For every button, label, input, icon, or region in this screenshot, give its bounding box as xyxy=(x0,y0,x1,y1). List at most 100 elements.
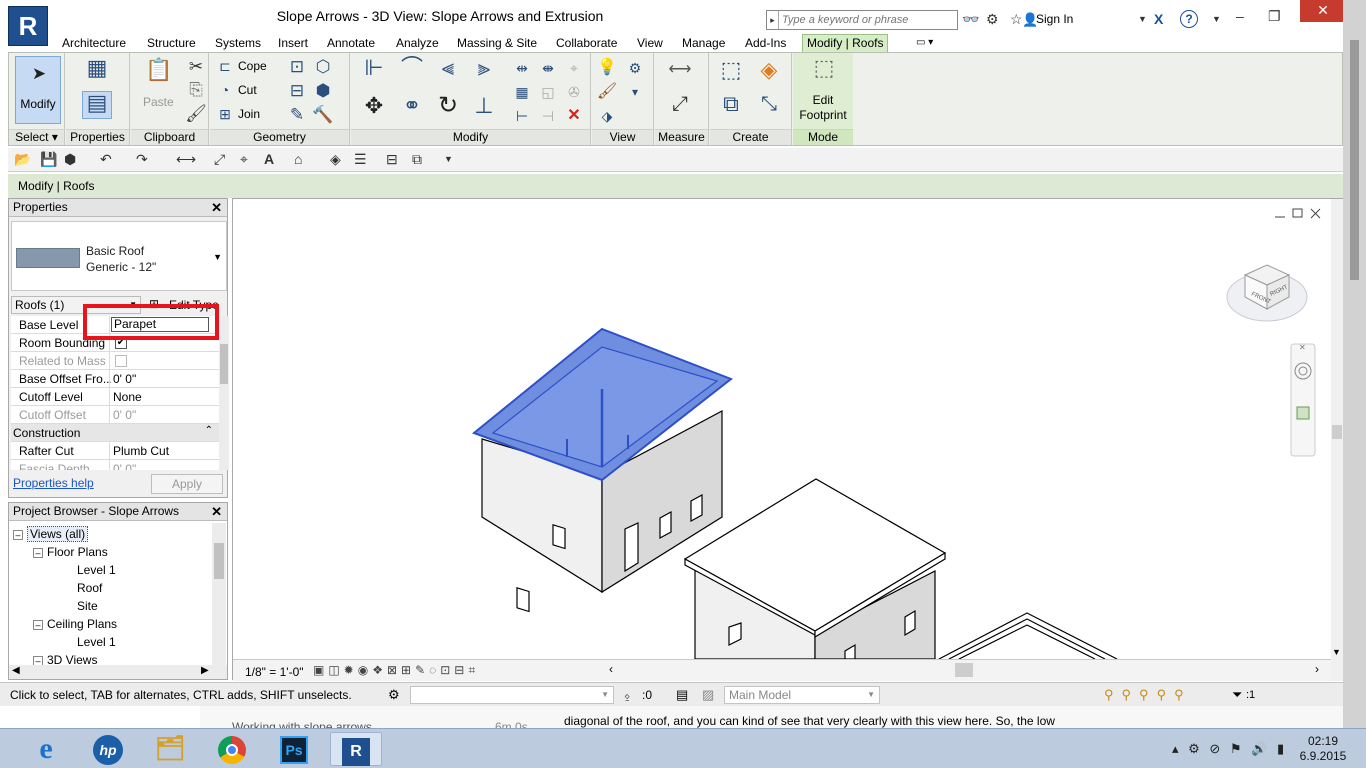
tab-structure[interactable]: Structure xyxy=(143,35,200,53)
design-options-icon[interactable]: ▨ xyxy=(702,687,714,703)
match-properties-icon[interactable]: 🖌 xyxy=(185,103,207,125)
3d-viewport[interactable]: FRONT RIGHT ✕ 1/8" = 1'-0" ▣◫✹◉❖⊠⊞✎◌⊡⊟⌗ … xyxy=(232,198,1343,681)
view-scale[interactable]: 1/8" = 1'-0" xyxy=(245,665,304,679)
selection-box-icon[interactable]: ⬗ xyxy=(596,105,618,127)
viewport-scrollbar[interactable]: ▼ xyxy=(1331,199,1343,681)
trim-single-icon[interactable]: ⊣ xyxy=(537,105,559,127)
close-hidden-icon[interactable]: ⊟ xyxy=(386,151,398,168)
scroll-thumb[interactable] xyxy=(1332,425,1342,439)
tree-floor-plans[interactable]: – Floor Plans xyxy=(33,545,108,559)
sync-icon[interactable]: ⬢ xyxy=(64,151,76,168)
override-graphics-icon[interactable]: ⚙ xyxy=(624,57,646,79)
tab-analyze[interactable]: Analyze xyxy=(392,35,443,53)
scroll-thumb[interactable] xyxy=(220,344,228,384)
ie-icon[interactable]: e xyxy=(20,732,72,766)
revit-icon[interactable]: R xyxy=(330,732,382,766)
binoculars-icon[interactable]: 👓 xyxy=(962,11,979,28)
help-icon[interactable]: ? xyxy=(1180,10,1198,28)
cope-button[interactable]: Cope xyxy=(238,57,267,75)
default-3d-icon[interactable]: ⌂ xyxy=(294,151,302,167)
collapse-icon[interactable]: ⌃ xyxy=(205,425,213,436)
workset-dropdown[interactable]: ▼ xyxy=(410,686,614,704)
taskbar-clock[interactable]: 02:19 6.9.2015 xyxy=(1290,734,1356,764)
help-dropdown-icon[interactable]: ▼ xyxy=(1212,14,1221,24)
file-explorer-icon[interactable]: 🗂 xyxy=(144,732,196,766)
tab-add-ins[interactable]: Add-Ins xyxy=(741,35,790,53)
collapse-icon[interactable]: – xyxy=(13,529,23,540)
property-row-rafter-cut[interactable]: Rafter Cut Plumb Cut xyxy=(11,442,219,460)
select-panel-title[interactable]: Select ▾ xyxy=(9,129,64,145)
properties-toggle-icon[interactable]: ▤ xyxy=(82,91,112,119)
text-icon[interactable]: A xyxy=(264,151,274,167)
hide-bulb-icon[interactable]: 💡 xyxy=(596,57,618,79)
hp-icon[interactable]: hp xyxy=(82,732,134,766)
aligned-dimension-icon[interactable]: ⤢ xyxy=(663,93,697,115)
tab-systems[interactable]: Systems xyxy=(211,35,265,53)
outer-scroll-thumb[interactable] xyxy=(1350,40,1359,280)
tab-collaborate[interactable]: Collaborate xyxy=(552,35,621,53)
favorites-star-icon[interactable]: ☆ xyxy=(1010,11,1023,28)
maximize-icon[interactable]: ❐ xyxy=(1268,8,1281,25)
zoom-region-icon[interactable] xyxy=(1296,406,1310,420)
redo-icon[interactable]: ↷ xyxy=(136,151,148,168)
tree-ceiling-plans[interactable]: – Ceiling Plans xyxy=(33,617,117,631)
filter-icon[interactable]: ⏷ xyxy=(1232,687,1242,703)
delete-icon[interactable]: ✕ xyxy=(563,105,585,127)
join-button[interactable]: Join xyxy=(238,105,260,123)
property-group-construction[interactable]: Construction ⌃ xyxy=(11,424,219,442)
type-selector[interactable]: Basic Roof Generic - 12" ▼ xyxy=(11,221,227,291)
hscroll-right-icon[interactable]: › xyxy=(1315,662,1319,676)
modify-button[interactable]: ➤ Modify xyxy=(15,56,61,124)
search-collapse-icon[interactable]: ▸ xyxy=(767,11,779,29)
qat-customize-icon[interactable]: ▼ xyxy=(444,154,453,164)
property-row-cutoff-level[interactable]: Cutoff Level None xyxy=(11,388,219,406)
tab-annotate[interactable]: Annotate xyxy=(323,35,379,53)
tree-item-ceiling-level-1[interactable]: Level 1 xyxy=(77,635,116,649)
hammer-icon[interactable]: 🔨 xyxy=(312,104,334,126)
rotate-icon[interactable]: ↻ xyxy=(433,94,463,118)
pin-icon[interactable]: ⌖ xyxy=(563,57,585,79)
copy-elements-icon[interactable]: ⚭ xyxy=(397,95,427,117)
cut-scissors-icon[interactable]: ✂ xyxy=(185,56,207,78)
apply-button[interactable]: Apply xyxy=(151,474,223,494)
property-value[interactable]: None xyxy=(113,390,142,404)
hscroll-left-icon[interactable]: ‹ xyxy=(609,662,613,676)
tab-manage[interactable]: Manage xyxy=(678,35,729,53)
view-dropdown-icon[interactable]: ▾ xyxy=(624,81,646,103)
wall-joins-icon[interactable]: ⊟ xyxy=(286,80,308,102)
sign-in-dropdown-icon[interactable]: ▼ xyxy=(1138,14,1147,24)
viewcube[interactable]: FRONT RIGHT xyxy=(1226,264,1308,322)
tab-architecture[interactable]: Architecture xyxy=(58,35,130,53)
paint-bucket-icon[interactable]: ✎ xyxy=(286,104,308,126)
tab-massing-site[interactable]: Massing & Site xyxy=(453,35,541,53)
offset-icon[interactable]: ⌒ xyxy=(397,57,427,79)
trim-multiple-icon[interactable]: ⊢ xyxy=(511,105,533,127)
cut-button[interactable]: Cut xyxy=(238,81,257,99)
sign-in-button[interactable]: Sign In xyxy=(1036,12,1073,26)
tree-views-all[interactable]: – Views (all) xyxy=(13,526,89,542)
selection-filter-icons[interactable]: ⚲⚲⚲⚲⚲ xyxy=(1104,687,1192,703)
undo-icon[interactable]: ↶ xyxy=(100,151,112,168)
align-icon[interactable]: ⊩ xyxy=(359,57,389,79)
browser-hscrollbar[interactable]: ◀ ▶ xyxy=(9,665,227,679)
create-group-icon[interactable]: ◈ xyxy=(754,59,784,81)
edit-footprint-button[interactable]: Edit xyxy=(793,93,853,107)
search-input[interactable] xyxy=(779,14,949,26)
unpin-icon[interactable]: ✇ xyxy=(563,81,585,103)
system-tray-icons[interactable]: ▴ ⚙ ⊘ ⚑ 🔊 ▮ xyxy=(1172,741,1287,757)
exchange-apps-icon[interactable]: X xyxy=(1154,11,1163,27)
tree-item-site[interactable]: Site xyxy=(77,599,98,613)
tab-insert[interactable]: Insert xyxy=(274,35,312,53)
navigation-bar[interactable]: ✕ xyxy=(1290,343,1316,457)
photoshop-icon[interactable]: Ps xyxy=(268,732,320,766)
switch-windows-icon[interactable]: ⧉ xyxy=(412,151,422,168)
browser-scrollbar[interactable] xyxy=(212,523,226,667)
design-option-dropdown[interactable]: Main Model ▼ xyxy=(724,686,880,704)
create-parts-icon[interactable]: ⬚ xyxy=(716,59,746,81)
close-icon[interactable]: ✕ xyxy=(211,199,222,216)
property-value[interactable]: 0' 0" xyxy=(113,372,136,386)
scale-icon[interactable]: ◱ xyxy=(537,81,559,103)
tree-item-roof[interactable]: Roof xyxy=(77,581,102,595)
close-window-button[interactable]: ✕ xyxy=(1300,0,1346,22)
model-drawing[interactable]: FRONT RIGHT ✕ xyxy=(233,199,1331,659)
